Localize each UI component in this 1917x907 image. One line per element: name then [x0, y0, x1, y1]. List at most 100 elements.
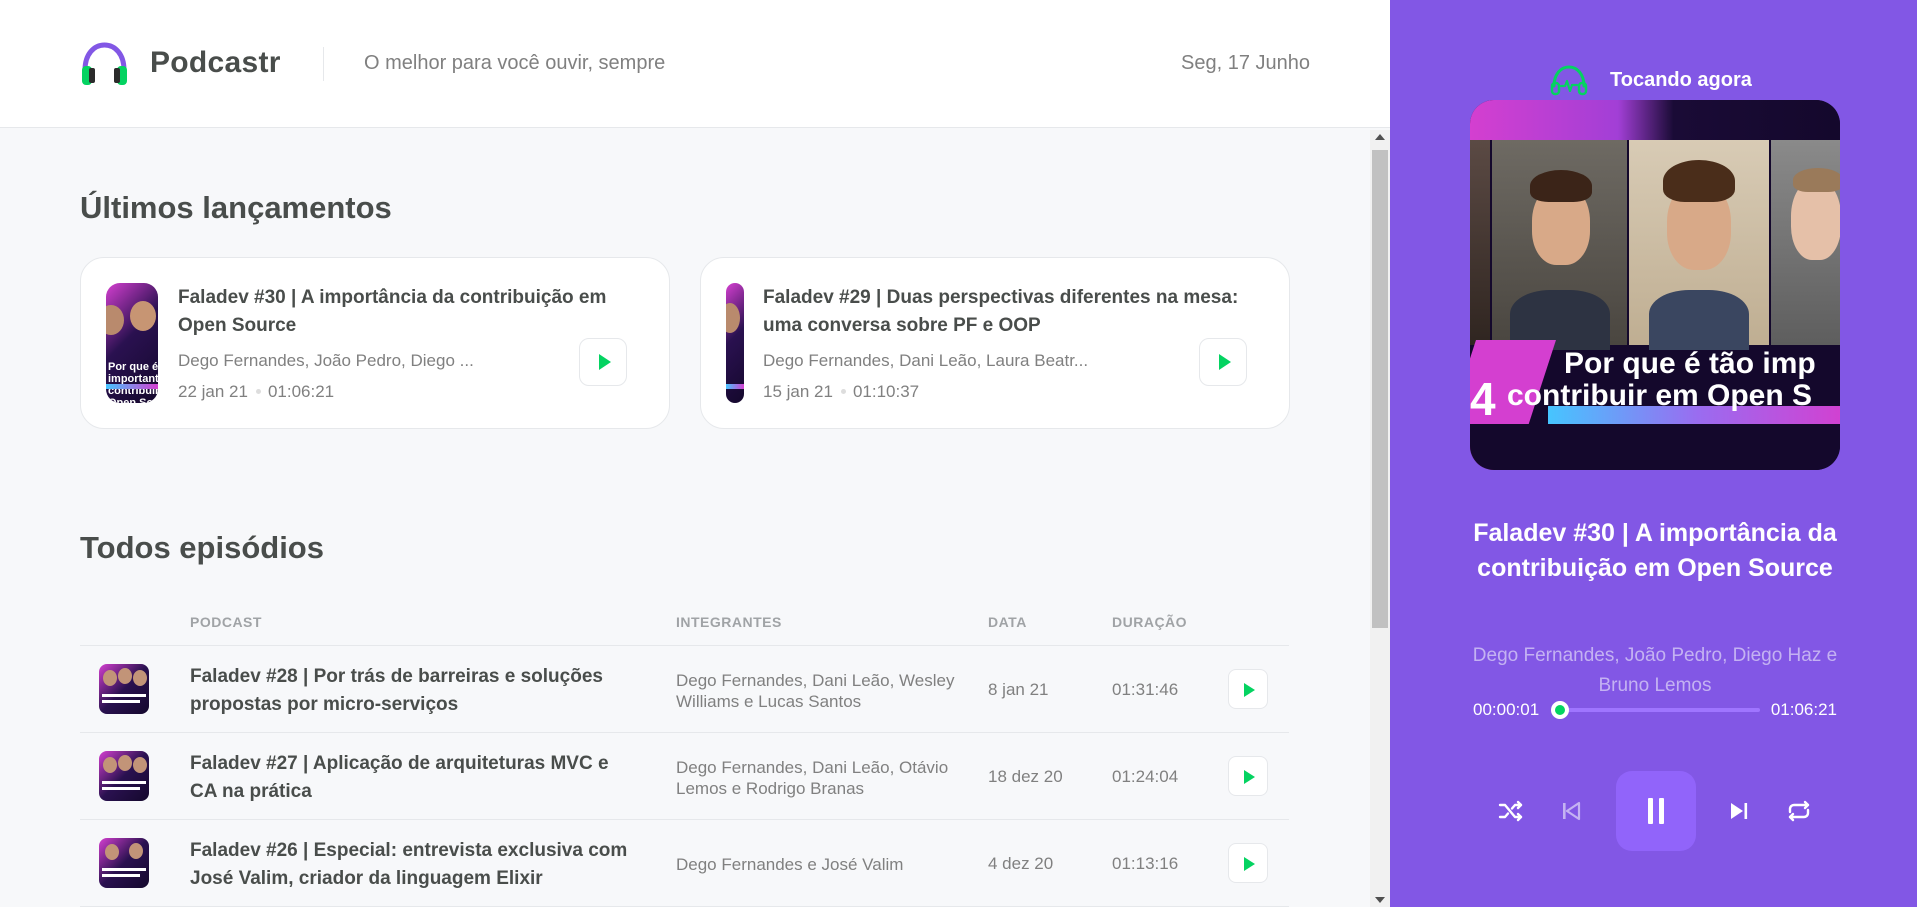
- latest-episode-card[interactable]: Faladev #29 | Duas perspectivas diferent…: [700, 257, 1290, 429]
- episode-thumbnail[interactable]: [99, 838, 149, 888]
- shuffle-button[interactable]: [1495, 795, 1527, 827]
- play-icon: [1244, 857, 1255, 871]
- pause-icon: [1648, 798, 1653, 824]
- thumbnail-face: [103, 670, 117, 686]
- header-divider: [323, 47, 324, 81]
- table-row[interactable]: Faladev #26 | Especial: entrevista exclu…: [80, 820, 1289, 907]
- play-episode-button[interactable]: [1228, 756, 1268, 796]
- episode-thumbnail[interactable]: [99, 664, 149, 714]
- thumbnail-face: [103, 757, 117, 773]
- thumbnail-face: [106, 305, 124, 335]
- column-header-duration: DURAÇÃO: [1112, 614, 1188, 630]
- cover-caption: Por que é tão imp contribuir em Open S: [1470, 348, 1840, 412]
- next-icon: [1731, 803, 1748, 819]
- episode-title[interactable]: Faladev #29 | Duas perspectivas diferent…: [763, 284, 1253, 340]
- cover-person-face: [1791, 180, 1840, 260]
- previous-icon: [1563, 801, 1581, 821]
- thumbnail-caption-line: [102, 874, 140, 877]
- total-time: 01:06:21: [1770, 700, 1837, 719]
- thumbnail-face: [133, 670, 147, 686]
- scrollbar-thumb[interactable]: [1372, 150, 1388, 628]
- episode-members: Dego Fernandes, Dani Leão, Laura Beatr..…: [763, 351, 1089, 370]
- episode-title[interactable]: Faladev #27 | Aplicação de arquiteturas …: [190, 750, 640, 806]
- progress-handle[interactable]: [1551, 701, 1569, 719]
- episode-members: Dego Fernandes, João Pedro, Diego ...: [178, 351, 474, 370]
- cover-person-hair: [1530, 170, 1592, 202]
- episode-meta: 22 jan 21 01:06:21: [178, 382, 334, 402]
- episode-thumbnail[interactable]: [99, 751, 149, 801]
- thumbnail-caption-line: [102, 787, 140, 790]
- episode-thumbnail[interactable]: [726, 283, 744, 403]
- pause-button[interactable]: [1616, 771, 1696, 851]
- episode-date: 4 dez 20: [988, 854, 1054, 873]
- column-header-podcast: PODCAST: [190, 614, 262, 630]
- pause-icon: [1659, 798, 1664, 824]
- episode-members: Dego Fernandes, Dani Leão, Wesley Willia…: [676, 671, 955, 711]
- thumbnail-face: [118, 668, 132, 684]
- cover-person-shirt: [1649, 290, 1749, 350]
- scrollbar-down-arrow-icon[interactable]: [1375, 897, 1385, 903]
- logo-text: Podcastr: [150, 46, 281, 79]
- episode-meta: 15 jan 21 01:10:37: [763, 382, 919, 402]
- cover-photo-panel: [1492, 140, 1627, 350]
- episode-duration: 01:10:37: [852, 382, 920, 401]
- play-episode-button[interactable]: [1199, 338, 1247, 386]
- latest-episode-card[interactable]: Por que é tão importante contribuir em O…: [80, 257, 670, 429]
- episode-date: 18 dez 20: [988, 767, 1063, 786]
- header: Podcastr O melhor para você ouvir, sempr…: [0, 0, 1390, 128]
- episode-title[interactable]: Faladev #26 | Especial: entrevista exclu…: [190, 837, 640, 893]
- play-icon: [1244, 683, 1255, 697]
- cover-person-hair: [1793, 168, 1840, 192]
- episode-duration: 01:24:04: [1112, 767, 1179, 786]
- headphones-icon: [1550, 65, 1588, 96]
- header-date: Seg, 17 Junho: [1181, 52, 1310, 74]
- play-icon: [1244, 770, 1255, 784]
- thumbnail-caption-line: [102, 781, 146, 784]
- thumbnail-face: [130, 301, 156, 331]
- player-episode-members: Dego Fernandes, João Pedro, Diego Haz e …: [1472, 645, 1838, 696]
- thumbnail-caption: Por que é tão importante contribuir em O…: [108, 361, 158, 403]
- cover-photo-panel: [1771, 140, 1840, 345]
- all-episodes-title: Todos episódios: [80, 530, 324, 565]
- thumbnail-caption-line: [102, 868, 146, 871]
- play-episode-button[interactable]: [1228, 669, 1268, 709]
- current-time: 00:00:01: [1473, 700, 1540, 719]
- thumbnail-face: [129, 843, 143, 859]
- table-row[interactable]: Faladev #28 | Por trás de barreiras e so…: [80, 646, 1289, 733]
- episode-members: Dego Fernandes, Dani Leão, Otávio Lemos …: [676, 758, 949, 798]
- thumbnail-face: [105, 844, 119, 860]
- cover-photo-panel: [1470, 140, 1490, 345]
- separator-dot: [255, 388, 261, 394]
- repeat-icon: [1788, 800, 1810, 822]
- episode-title[interactable]: Faladev #30 | A importância da contribui…: [178, 284, 638, 340]
- play-episode-button[interactable]: [579, 338, 627, 386]
- table-row[interactable]: Faladev #27 | Aplicação de arquiteturas …: [80, 733, 1289, 820]
- player-panel: Tocando agora 4 Por que é tão imp contri…: [1390, 0, 1917, 907]
- column-header-date: DATA: [988, 614, 1027, 630]
- episode-thumbnail[interactable]: Por que é tão importante contribuir em O…: [106, 283, 158, 403]
- scrollbar-up-arrow-icon[interactable]: [1375, 134, 1385, 140]
- thumbnail-caption-line: [102, 694, 146, 697]
- headphones-logo-icon: [82, 42, 127, 85]
- episode-title[interactable]: Faladev #28 | Por trás de barreiras e so…: [190, 663, 640, 719]
- progress-slider[interactable]: [1560, 708, 1760, 712]
- shuffle-icon: [1498, 800, 1523, 822]
- thumbnail-bar: [726, 384, 744, 389]
- play-episode-button[interactable]: [1228, 843, 1268, 883]
- previous-button[interactable]: [1555, 795, 1587, 827]
- episode-cover: 4 Por que é tão imp contribuir em Open S: [1470, 100, 1840, 470]
- episode-date: 8 jan 21: [988, 680, 1049, 699]
- main-content: Podcastr O melhor para você ouvir, sempr…: [0, 0, 1390, 907]
- thumbnail-bar: [106, 384, 158, 389]
- cover-bottom-band: [1470, 424, 1840, 470]
- latest-episodes-title: Últimos lançamentos: [80, 190, 392, 225]
- episode-duration: 01:06:21: [267, 382, 335, 401]
- episode-date: 15 jan 21: [763, 382, 833, 401]
- thumbnail-face: [133, 757, 147, 773]
- repeat-button[interactable]: [1783, 795, 1815, 827]
- thumbnail-caption-line: [102, 700, 140, 703]
- next-button[interactable]: [1723, 795, 1755, 827]
- player-episode-title: Faladev #30 | A importância da contribui…: [1473, 519, 1837, 582]
- cover-photo-panel: [1629, 140, 1769, 350]
- thumbnail-face: [118, 755, 132, 771]
